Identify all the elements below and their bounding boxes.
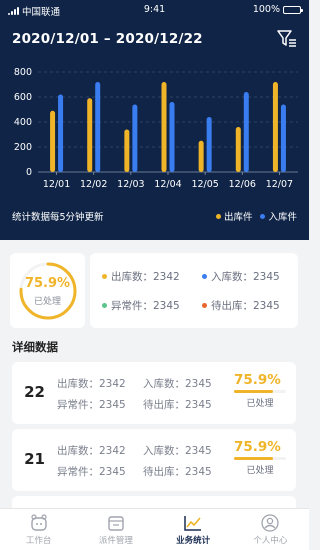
y-tick-label: 800: [14, 67, 32, 78]
record-abnormal: 异常件：2345: [57, 399, 126, 411]
outbound-bar: [272, 82, 278, 172]
record-outbound: 出库数：2342: [57, 445, 126, 457]
record-abnormal: 异常件：2345: [57, 466, 126, 478]
record-card-22[interactable]: 22 出库数：2342 入库数：2345 异常件：2345 待出库：2345 7…: [12, 362, 296, 424]
y-tick-label: 0: [26, 167, 32, 178]
record-percent: 75.9%: [234, 372, 281, 388]
tab-dispatch[interactable]: 派件管理: [77, 509, 154, 550]
filter-icon[interactable]: [277, 30, 297, 48]
record-progress-track: [234, 457, 286, 460]
processed-ring-card: 75.9% 已处理: [10, 253, 85, 328]
outbound-bar: [161, 82, 167, 172]
record-inbound: 入库数：2345: [143, 445, 212, 457]
record-day: 22: [24, 383, 45, 401]
record-percent: 75.9%: [234, 439, 281, 455]
legend-outbound: 出库件: [215, 209, 253, 223]
x-tick-label: 12/02: [80, 179, 107, 190]
tab-dispatch-label: 派件管理: [98, 535, 133, 546]
record-progress-bar: [234, 457, 274, 460]
detail-section-title: 详细数据: [12, 340, 58, 354]
inbound-bar: [243, 92, 249, 172]
summary-outbound: 出库数：2342: [102, 269, 180, 284]
summary-inbound-text: 入库数：2345: [211, 271, 280, 283]
stats-header-panel: 中国联通 9:41 100% 2020/12/01 – 2020/12/22 0…: [0, 0, 309, 240]
summary-pending-text: 待出库：2345: [211, 300, 280, 312]
record-pending: 待出库：2345: [143, 399, 212, 411]
chart-legend: 出库件 入库件: [215, 209, 297, 223]
tab-workbench-label: 工作台: [25, 535, 52, 546]
date-range[interactable]: 2020/12/01 – 2020/12/22: [12, 31, 203, 47]
processed-percent: 75.9%: [24, 276, 71, 291]
summary-stats-card: 出库数：2342 入库数：2345 异常件：2345 待出库：2345: [90, 253, 298, 328]
record-card-21[interactable]: 21 出库数：2342 入库数：2345 异常件：2345 待出库：2345 7…: [12, 429, 296, 491]
bottom-tab-bar: 工作台 派件管理 业务统计 个人中心: [0, 508, 309, 550]
y-tick-label: 600: [14, 92, 32, 103]
inbound-bar: [206, 117, 212, 172]
summary-abnormal: 异常件：2345: [102, 298, 180, 313]
inbound-dot: [202, 274, 207, 279]
record-status: 已处理: [246, 466, 274, 476]
x-tick-label: 12/05: [191, 179, 218, 190]
record-inbound: 入库数：2345: [143, 378, 212, 390]
record-status: 已处理: [246, 399, 274, 409]
tab-statistics-label: 业务统计: [176, 535, 211, 546]
processed-label: 已处理: [33, 297, 61, 307]
summary-inbound: 入库数：2345: [202, 269, 280, 284]
dispatch-icon: [108, 515, 124, 531]
tab-statistics[interactable]: 业务统计: [155, 509, 232, 550]
battery-level: 100%: [252, 4, 280, 15]
tab-workbench[interactable]: 工作台: [0, 509, 77, 550]
inbound-bar: [280, 104, 286, 172]
legend-outbound-swatch: [215, 213, 221, 219]
legend-inbound-label: 入库件: [268, 212, 297, 223]
tab-profile-label: 个人中心: [253, 535, 288, 546]
workbench-icon: [30, 513, 47, 531]
outbound-bar: [198, 140, 204, 172]
inbound-bar: [132, 104, 138, 172]
status-bar: 中国联通 9:41 100%: [0, 0, 309, 20]
inbound-bar: [95, 82, 101, 172]
update-note: 统计数据每5分钟更新: [12, 212, 104, 223]
statistics-icon: [184, 515, 202, 531]
summary-pending: 待出库：2345: [202, 298, 280, 313]
x-tick-label: 12/03: [117, 179, 144, 190]
legend-outbound-label: 出库件: [223, 212, 253, 223]
summary-abnormal-text: 异常件：2345: [111, 300, 180, 312]
pending-dot: [202, 303, 207, 308]
inbound-bar: [58, 94, 64, 172]
legend-inbound: 入库件: [260, 209, 297, 223]
record-progress-bar: [234, 390, 274, 393]
summary-outbound-text: 出库数：2342: [111, 271, 180, 283]
outbound-dot: [102, 274, 107, 279]
x-tick-label: 12/04: [154, 179, 181, 190]
battery-icon: [283, 5, 303, 14]
x-tick-label: 12/07: [266, 179, 293, 190]
outbound-bar: [124, 129, 130, 172]
profile-icon: [261, 513, 280, 532]
abnormal-dot: [102, 303, 107, 308]
processed-ring: [19, 262, 77, 320]
record-outbound: 出库数：2342: [57, 378, 126, 390]
record-day: 21: [24, 450, 45, 468]
outbound-bar: [50, 110, 56, 172]
inventory-bar-chart: 0 200 400 600 800 12/01 12/02 12/03 12/04 12/05 12…: [14, 67, 298, 190]
outbound-bar: [87, 98, 93, 172]
y-tick-label: 400: [14, 117, 32, 128]
x-tick-label: 12/01: [43, 179, 70, 190]
inbound-bar: [169, 102, 175, 172]
legend-inbound-swatch: [260, 213, 266, 219]
x-tick-label: 12/06: [229, 179, 256, 190]
tab-profile[interactable]: 个人中心: [232, 509, 309, 550]
outbound-bar: [235, 127, 241, 172]
record-progress-track: [234, 390, 286, 393]
record-pending: 待出库：2345: [143, 466, 212, 478]
y-tick-label: 200: [14, 142, 32, 153]
